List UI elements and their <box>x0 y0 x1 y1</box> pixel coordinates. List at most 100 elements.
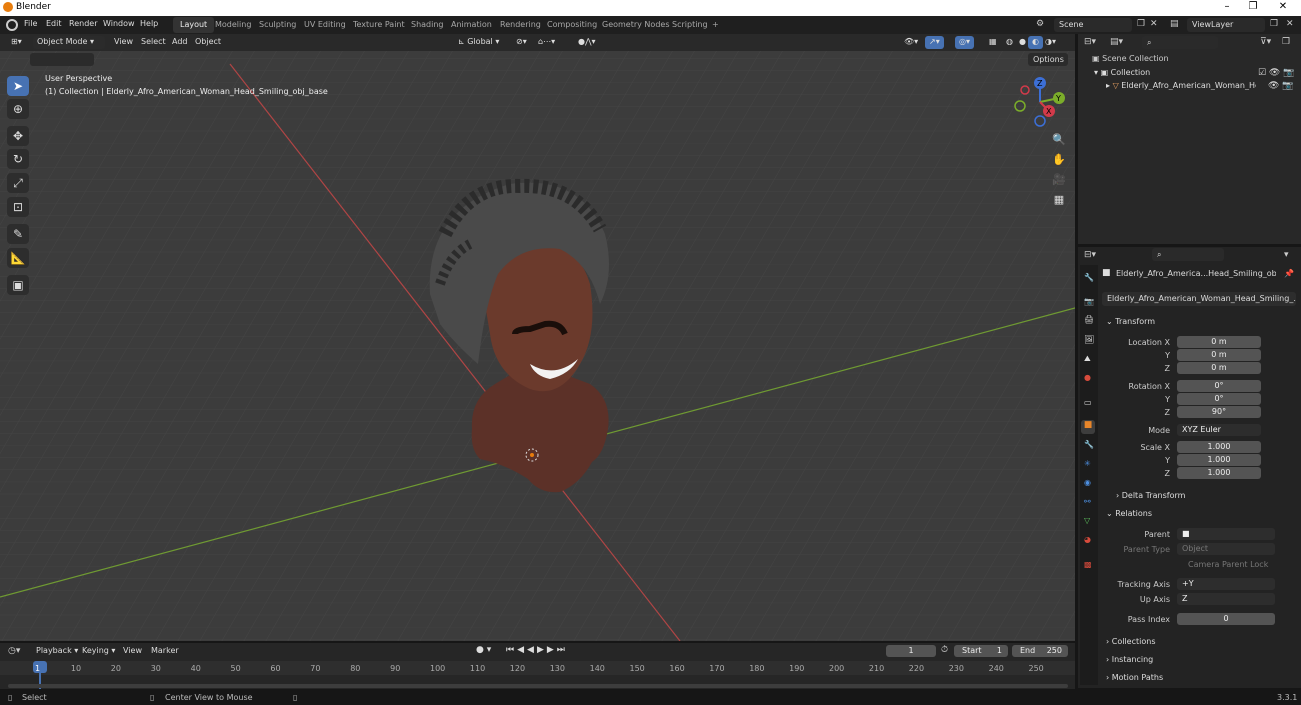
record-icon[interactable]: ● ▾ <box>476 645 491 655</box>
menu-help[interactable]: Help <box>140 19 158 28</box>
collection-row[interactable]: ▾ ▣ Collection <box>1094 68 1150 77</box>
rotate-tool[interactable]: ↻ <box>7 149 29 169</box>
zoom-icon[interactable]: 🔍 <box>1050 131 1068 149</box>
pass-index-field[interactable]: 0 <box>1177 613 1275 625</box>
menu-edit[interactable]: Edit <box>46 19 62 28</box>
particles-tab-icon[interactable]: ✳ <box>1084 459 1091 468</box>
rotation-y-field[interactable]: 0° <box>1177 393 1261 405</box>
data-tab-icon[interactable]: ▽ <box>1084 516 1090 525</box>
overlay-toggle-icon[interactable]: ◎▾ <box>955 36 974 49</box>
end-frame-field[interactable]: End 250 <box>1012 645 1068 657</box>
timeline-editor-type-icon[interactable]: ◷▾ <box>8 646 20 656</box>
tab-modeling[interactable]: Modeling <box>208 17 258 33</box>
location-x-field[interactable]: 0 m <box>1177 336 1261 348</box>
camera-view-icon[interactable]: 🎥 <box>1050 171 1068 189</box>
scale-x-field[interactable]: 1.000 <box>1177 441 1261 453</box>
maximize-button[interactable]: ❐ <box>1238 1 1268 12</box>
scene-collection-row[interactable]: ▣ Scene Collection <box>1092 54 1169 63</box>
tab-sculpting[interactable]: Sculpting <box>252 17 303 33</box>
xray-icon[interactable]: ▦ <box>985 36 1001 49</box>
filter-icon[interactable]: ⊽▾ <box>1260 37 1271 47</box>
blender-menu-icon[interactable] <box>6 19 18 31</box>
object-tab-icon[interactable]: ■ <box>1081 420 1095 434</box>
selection-mode-buttons[interactable] <box>30 53 94 66</box>
physics-tab-icon[interactable]: ◉ <box>1084 478 1091 487</box>
modifier-tab-icon[interactable]: 🔧 <box>1084 440 1094 449</box>
options-dropdown[interactable]: Options <box>1028 53 1068 66</box>
new-view-layer-icon[interactable]: ❐ <box>1270 19 1278 29</box>
instancing-section[interactable]: › Instancing <box>1106 655 1153 664</box>
location-z-field[interactable]: 0 m <box>1177 362 1261 374</box>
transform-section-header[interactable]: ⌄ Transform <box>1106 317 1155 326</box>
new-scene-icon[interactable]: ❐ <box>1137 19 1145 29</box>
menu-marker[interactable]: Marker <box>151 646 179 655</box>
material-tab-icon[interactable]: ◕ <box>1084 535 1091 544</box>
editor-type-icon[interactable]: ⊞▾ <box>7 36 26 49</box>
current-frame-field[interactable]: 1 <box>886 645 936 657</box>
transform-orientation[interactable]: ⊾ Global ▾ <box>454 36 503 49</box>
scale-y-field[interactable]: 1.000 <box>1177 454 1261 466</box>
cursor-tool[interactable]: ⊕ <box>7 99 29 119</box>
start-frame-field[interactable]: Start 1 <box>954 645 1008 657</box>
menu-window[interactable]: Window <box>103 19 135 28</box>
timeline-scrollbar[interactable] <box>8 684 1068 688</box>
stopwatch-icon[interactable]: ⏱ <box>941 645 948 655</box>
add-workspace-button[interactable]: + <box>705 17 726 33</box>
gizmo-toggle-icon[interactable]: ↗▾ <box>925 36 944 49</box>
delete-scene-icon[interactable]: ✕ <box>1150 19 1158 29</box>
rotation-x-field[interactable]: 0° <box>1177 380 1261 392</box>
properties-search-input[interactable]: ⌕ <box>1152 248 1224 261</box>
world-tab-icon[interactable]: ● <box>1084 373 1091 382</box>
rotation-z-field[interactable]: 90° <box>1177 406 1261 418</box>
delta-transform-section[interactable]: › Delta Transform <box>1116 491 1185 500</box>
pin-icon[interactable]: 📌 <box>1284 269 1294 278</box>
output-tab-icon[interactable]: 🖨 <box>1084 315 1094 324</box>
view-layer-tab-icon[interactable]: 🖼 <box>1084 335 1094 344</box>
tab-animation[interactable]: Animation <box>444 17 499 33</box>
tab-texture-paint[interactable]: Texture Paint <box>346 17 412 33</box>
up-axis-dropdown[interactable]: Z <box>1177 593 1275 605</box>
navigation-gizmo[interactable]: Z Y X <box>1012 74 1070 128</box>
new-collection-icon[interactable]: ❐ <box>1282 37 1290 47</box>
3d-viewport[interactable]: ⊞▾ Object Mode ▾ View Select Add Object … <box>0 34 1075 641</box>
menu-select[interactable]: Select <box>137 36 170 49</box>
scene-selector[interactable]: Scene <box>1054 18 1132 32</box>
scale-z-field[interactable]: 1.000 <box>1177 467 1261 479</box>
scale-tool[interactable]: ⤢ <box>7 173 29 193</box>
playback-controls[interactable]: ⏮◀◀▶▶⏭ <box>506 645 568 655</box>
perspective-toggle-icon[interactable]: ▦ <box>1050 191 1068 209</box>
outliner-editor-type-icon[interactable]: ⊟▾ <box>1084 37 1096 47</box>
proportional-edit-icon[interactable]: ●⋀▾ <box>574 36 600 49</box>
constraints-tab-icon[interactable]: ⚯ <box>1084 497 1091 506</box>
object-visibility-icons[interactable]: 👁 📷 <box>1268 81 1294 91</box>
parent-field[interactable]: ■ <box>1177 528 1275 540</box>
annotate-tool[interactable]: ✎ <box>7 224 29 244</box>
display-mode-icon[interactable]: ▤▾ <box>1110 37 1123 47</box>
tracking-axis-dropdown[interactable]: +Y <box>1177 578 1275 590</box>
outliner-search-input[interactable]: ⌕ <box>1142 36 1218 49</box>
close-button[interactable]: ✕ <box>1268 1 1298 12</box>
view-layer-selector[interactable]: ViewLayer <box>1187 18 1265 32</box>
mode-selector[interactable]: Object Mode ▾ <box>33 36 105 49</box>
collection-tab-icon[interactable]: ▭ <box>1084 398 1092 407</box>
object-row[interactable]: ▸ ▽ Elderly_Afro_American_Woman_Hea <box>1106 81 1256 90</box>
collections-section[interactable]: › Collections <box>1106 637 1156 646</box>
relations-section-header[interactable]: ⌄ Relations <box>1106 509 1152 518</box>
menu-add[interactable]: Add <box>168 36 192 49</box>
menu-view[interactable]: View <box>110 36 137 49</box>
delete-view-layer-icon[interactable]: ✕ <box>1286 19 1294 29</box>
visibility-icon[interactable]: 👁▾ <box>900 36 922 49</box>
menu-render[interactable]: Render <box>69 19 97 28</box>
menu-playback[interactable]: Playback ▾ <box>36 646 78 655</box>
scene-tab-icon[interactable]: ⛰ <box>1084 354 1091 364</box>
tool-tab-icon[interactable]: 🔧 <box>1084 273 1094 282</box>
measure-tool[interactable]: 📐 <box>7 248 29 268</box>
menu-file[interactable]: File <box>24 19 37 28</box>
object-name-field[interactable]: Elderly_Afro_American_Woman_Head_Smiling… <box>1102 292 1296 306</box>
move-tool[interactable]: ✥ <box>7 126 29 146</box>
rendered-shading-icon[interactable]: ◑▾ <box>1041 36 1060 49</box>
render-tab-icon[interactable]: 📷 <box>1084 297 1094 306</box>
texture-tab-icon[interactable]: ▩ <box>1084 560 1092 569</box>
menu-timeline-view[interactable]: View <box>123 646 142 655</box>
add-cube-tool[interactable]: ▣ <box>7 275 29 295</box>
